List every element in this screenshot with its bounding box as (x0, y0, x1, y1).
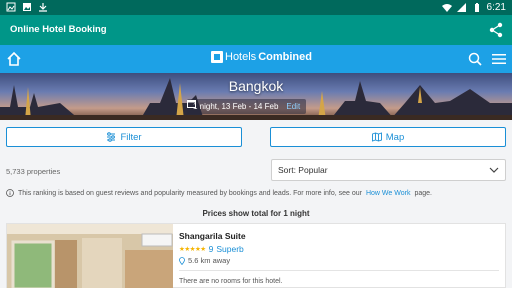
app-title: Online Hotel Booking (10, 24, 107, 35)
hotel-room-image (7, 224, 173, 288)
hotel-photo[interactable] (7, 224, 173, 288)
distance-text: 5.6 km away (188, 256, 231, 265)
logo-text-hotels: Hotels (225, 51, 257, 63)
location-pin-icon (179, 256, 185, 265)
gallery-notification-icon (6, 2, 16, 12)
map-button[interactable]: Map (270, 127, 506, 147)
star-rating-icon: ★★★★★ (179, 246, 206, 253)
edit-dates-link[interactable]: Edit (286, 102, 300, 111)
review-score: 9 (208, 244, 214, 254)
wifi-icon (441, 3, 452, 12)
ranking-info-text: This ranking is based on guest reviews a… (18, 189, 362, 197)
hotelscombined-logo[interactable]: Hotels Combined (211, 51, 312, 63)
sort-dropdown[interactable]: Sort: Popular (271, 159, 506, 181)
filter-sliders-icon (107, 132, 116, 142)
download-notification-icon (39, 3, 47, 12)
properties-count: 5,733 properties (6, 167, 61, 176)
prices-note: Prices show total for 1 night (202, 209, 310, 218)
ranking-info: This ranking is based on guest reviews a… (6, 189, 432, 197)
hotel-distance: 5.6 km away (179, 256, 230, 265)
ranking-info-suffix: page. (414, 189, 432, 197)
site-nav-bar: Hotels Combined (0, 45, 512, 73)
hotel-card[interactable]: Shangarila Suite ★★★★★ 9 Superb 5.6 km a… (6, 223, 506, 288)
logo-text-combined: Combined (258, 51, 312, 63)
status-time: 6:21 (486, 2, 506, 13)
destination-hero: Bangkok 1 night, 13 Feb - 14 Feb Edit (0, 73, 512, 120)
info-icon (6, 189, 14, 197)
map-icon (371, 132, 382, 142)
sort-selected-value: Sort: Popular (278, 165, 328, 175)
signal-icon (456, 2, 466, 12)
hotel-name[interactable]: Shangarila Suite (179, 231, 246, 241)
filter-button[interactable]: Filter (6, 127, 242, 147)
app-bar: Online Hotel Booking (0, 15, 512, 45)
calendar-icon (187, 100, 196, 108)
search-icon[interactable] (468, 52, 482, 66)
logo-mark-icon (211, 51, 223, 63)
menu-icon[interactable] (492, 53, 506, 65)
chevron-down-icon (489, 167, 499, 173)
availability-text: There are no rooms for this hotel. (179, 278, 283, 285)
map-button-label: Map (385, 131, 405, 143)
hotel-rating: ★★★★★ 9 Superb (179, 244, 244, 254)
stay-dates-bar[interactable]: 1 night, 13 Feb - 14 Feb Edit (187, 99, 307, 114)
destination-city-title: Bangkok (228, 78, 284, 94)
card-divider (179, 270, 499, 271)
share-icon[interactable] (488, 22, 504, 38)
image-notification-icon (23, 3, 31, 11)
home-icon[interactable] (6, 51, 22, 67)
filter-button-label: Filter (120, 131, 142, 143)
how-we-work-link[interactable]: How We Work (366, 190, 410, 197)
review-score-label: Superb (216, 244, 244, 254)
battery-icon (474, 2, 479, 12)
stay-dates-text: 1 night, 13 Feb - 14 Feb (193, 102, 279, 111)
status-bar: 6:21 (0, 0, 512, 15)
